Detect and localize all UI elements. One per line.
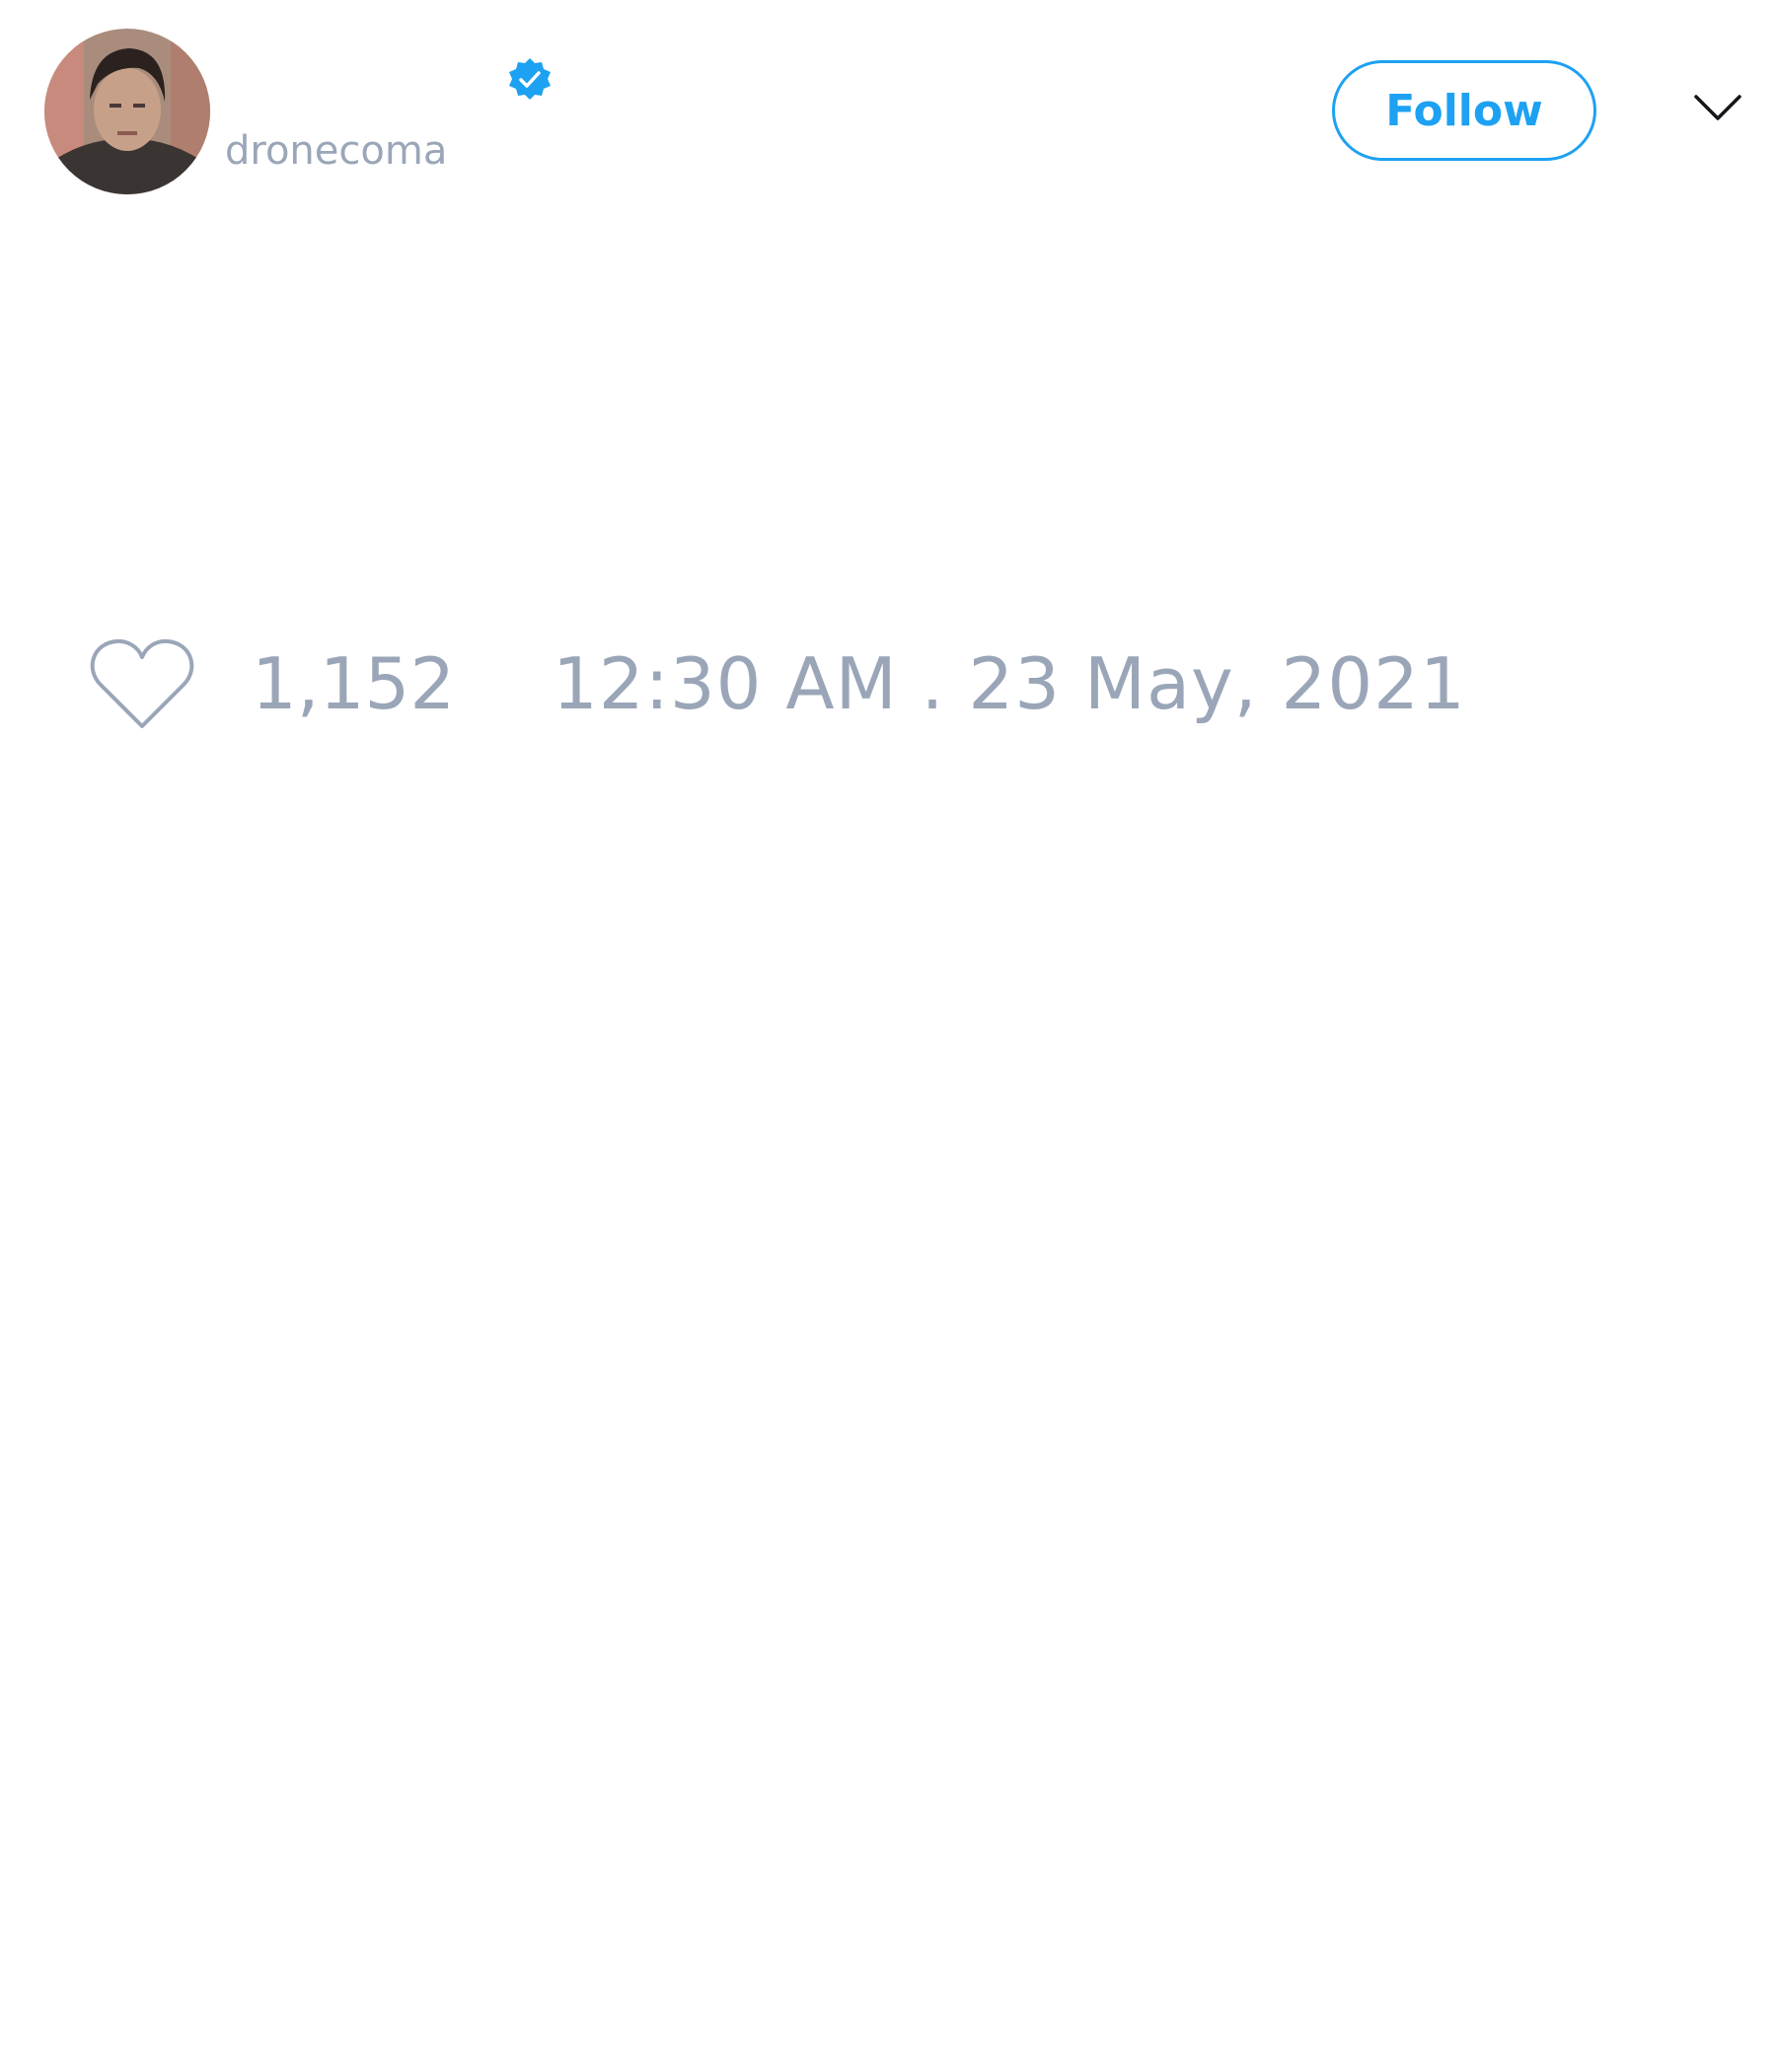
user-handle[interactable]: dronecoma	[225, 126, 447, 176]
follow-button[interactable]: Follow	[1332, 60, 1596, 161]
tweet-timestamp[interactable]: 12:30 AM . 23 May, 2021	[553, 641, 1466, 726]
chevron-down-icon[interactable]	[1693, 91, 1742, 124]
avatar-photo	[44, 29, 210, 194]
avatar[interactable]	[44, 29, 210, 194]
heart-outline-icon[interactable]	[89, 637, 195, 730]
like-count: 1,152	[252, 642, 456, 725]
verified-badge-icon	[506, 56, 554, 104]
